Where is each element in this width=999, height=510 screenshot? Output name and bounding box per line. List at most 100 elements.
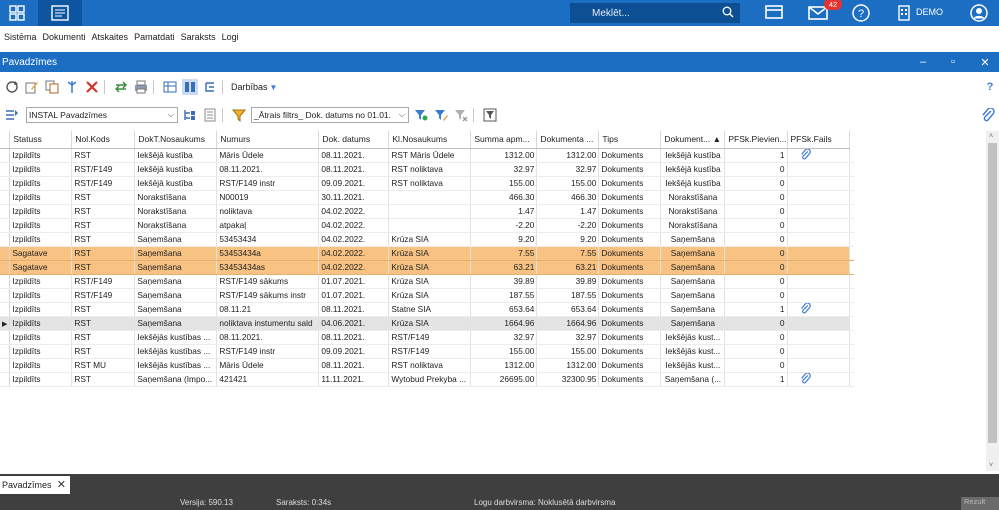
result-button[interactable]: Rezult: [961, 497, 999, 510]
table-row[interactable]: Izpildīts RST Iekšējā kustība Māris Ūdele 08…: [0, 148, 854, 163]
search-icon[interactable]: [722, 6, 734, 21]
group-list-icon[interactable]: [202, 107, 218, 123]
table-row[interactable]: Izpildīts RST Norakstīšana N00019 30.11.2021…: [0, 190, 854, 205]
group-add-icon[interactable]: [182, 107, 198, 123]
col-header-tips[interactable]: Tips: [598, 131, 662, 149]
company-building-icon[interactable]: [897, 3, 911, 23]
toolbar-separator: [222, 80, 223, 94]
cell-numurs: RST/F149 instr: [216, 176, 320, 191]
menu-atskaites[interactable]: Atskaites: [92, 32, 129, 42]
table-row[interactable]: Izpildīts RST/F149 Saņemšana RST/F149 sākum…: [0, 274, 854, 289]
table-row[interactable]: Izpildīts RST/F149 Saņemšana RST/F149 sākum…: [0, 288, 854, 303]
table-row[interactable]: Sagatave RST Saņemšana 53453434as 04.02.2022…: [0, 260, 854, 275]
col-header-pfsk-pievien[interactable]: PFSk.Pievien...: [724, 131, 788, 149]
filter-apply-icon[interactable]: [413, 107, 429, 123]
cell-summa: 1312.00: [470, 148, 538, 163]
table-row[interactable]: ▶ Izpildīts RST Saņemšana noliktava instumen…: [0, 316, 854, 331]
close-icon[interactable]: ✕: [972, 52, 998, 72]
menu-sistema[interactable]: Sistēma: [4, 32, 37, 42]
cell-pfsk-pievien: 0: [724, 260, 788, 275]
col-header-numurs[interactable]: Numurs: [216, 131, 320, 149]
col-header-nol-kods[interactable]: Nol.Kods: [71, 131, 136, 149]
transfer-icon[interactable]: [113, 79, 129, 95]
cell-nol-kods: RST/F149: [71, 176, 136, 191]
window-layout-icon[interactable]: [765, 3, 783, 23]
copy-icon[interactable]: [44, 79, 60, 95]
col-header-dok-datums[interactable]: Dok. datums: [318, 131, 390, 149]
cell-dokumenta-summa: 32300.95: [536, 372, 600, 387]
cell-kl-nosaukums: [388, 204, 472, 219]
row-marker: [0, 358, 11, 373]
cell-tips: Dokuments: [598, 204, 662, 219]
svg-text:?: ?: [858, 8, 864, 20]
edit-icon[interactable]: [24, 79, 40, 95]
refresh-icon[interactable]: [4, 79, 20, 95]
chevron-down-icon: ⌵: [167, 110, 174, 119]
grid-settings-icon[interactable]: [162, 79, 178, 95]
documents-icon[interactable]: [38, 0, 82, 26]
delete-icon[interactable]: [84, 79, 100, 95]
table-row[interactable]: Izpildīts RST Norakstīšana noliktava 04.02.2…: [0, 204, 854, 219]
tab-pavadzimes[interactable]: Pavadzīmes ✕: [0, 476, 70, 494]
filter-funnel-icon[interactable]: [231, 107, 247, 123]
table-row[interactable]: Izpildīts RST MU Iekšējās kustības ... Māri…: [0, 358, 854, 373]
filter-settings-icon[interactable]: [482, 107, 498, 123]
actions-dropdown[interactable]: Darbības ▼: [231, 82, 277, 92]
cell-dokuments: Norakstīšana: [660, 218, 726, 233]
help-icon[interactable]: ?: [852, 3, 870, 23]
col-header-statuss[interactable]: Statuss: [9, 131, 73, 149]
table-row[interactable]: Izpildīts RST Iekšējās kustības ... 08.11.2…: [0, 330, 854, 345]
cell-tips: Dokuments: [598, 330, 662, 345]
col-header-dokuments-sorted[interactable]: Dokument... ▲: [660, 131, 726, 149]
vertical-scrollbar[interactable]: ˄ ˅: [986, 131, 999, 471]
list-filter-icon[interactable]: [4, 107, 20, 123]
cell-pfsk-fails: [787, 302, 850, 317]
minimize-icon[interactable]: –: [910, 52, 936, 72]
table-row[interactable]: Izpildīts RST Saņemšana 53453434 04.02.2022.…: [0, 232, 854, 247]
quick-filter-select[interactable]: _Ātrais filtrs_ Dok. datums no 01.01. ⌵: [251, 107, 409, 123]
company-label[interactable]: DEMO: [916, 7, 943, 17]
scrollbar-thumb[interactable]: [988, 143, 997, 443]
menu-pamatdati[interactable]: Pamatdati: [134, 32, 175, 42]
paperclip-icon[interactable]: [790, 148, 811, 162]
search-input[interactable]: Meklēt...: [570, 3, 740, 23]
tree-icon[interactable]: [202, 79, 218, 95]
table-row[interactable]: Izpildīts RST/F149 Iekšējā kustība 08.11.20…: [0, 162, 854, 177]
tab-close-icon[interactable]: ✕: [57, 478, 66, 491]
home-grid-icon[interactable]: [0, 0, 34, 26]
col-header-summa[interactable]: Summa apm...: [470, 131, 538, 149]
cell-kl-nosaukums: Krūza SIA: [388, 260, 472, 275]
cell-pfsk-fails: [787, 330, 850, 345]
cell-tips: Dokuments: [598, 218, 662, 233]
cell-nol-kods: RST: [71, 302, 136, 317]
paperclip-icon[interactable]: [790, 302, 811, 316]
scroll-down-icon[interactable]: ˅: [989, 462, 993, 469]
menu-logi[interactable]: Logi: [222, 32, 239, 42]
split-icon[interactable]: [64, 79, 80, 95]
col-header-dokt-nosaukums[interactable]: DokT.Nosaukums: [134, 131, 218, 149]
group-select[interactable]: INSTAL Pavadzīmes ⌵: [26, 107, 178, 123]
user-avatar-icon[interactable]: [970, 3, 988, 23]
table-row[interactable]: Izpildīts RST Saņemšana (Impo... 421421 11.1…: [0, 372, 854, 387]
attachment-icon[interactable]: [980, 107, 996, 123]
filter-clear-icon[interactable]: [453, 107, 469, 123]
menu-saraksts[interactable]: Saraksts: [181, 32, 216, 42]
cell-kl-nosaukums: RST/F149: [388, 330, 472, 345]
table-row[interactable]: Izpildīts RST Iekšējās kustības ... RST/F14…: [0, 344, 854, 359]
col-header-dokumenta-summa[interactable]: Dokumenta ...: [536, 131, 600, 149]
col-header-pfsk-fails[interactable]: PFSk.Fails: [787, 131, 850, 149]
help-question-icon[interactable]: ?: [982, 79, 998, 95]
table-row[interactable]: Izpildīts RST Saņemšana 08.11.21 08.11.2021.…: [0, 302, 854, 317]
table-row[interactable]: Izpildīts RST/F149 Iekšējā kustība RST/F149…: [0, 176, 854, 191]
col-header-kl-nosaukums[interactable]: Kl.Nosaukums: [388, 131, 472, 149]
table-row[interactable]: Sagatave RST Saņemšana 53453434a 04.02.2022.…: [0, 246, 854, 261]
filter-edit-icon[interactable]: [433, 107, 449, 123]
print-icon[interactable]: [133, 79, 149, 95]
paperclip-icon[interactable]: [790, 372, 811, 386]
cell-statuss: Izpildīts: [9, 218, 73, 233]
menu-dokumenti[interactable]: Dokumenti: [43, 32, 86, 42]
table-row[interactable]: Izpildīts RST Norakstīšana atpakaļ 04.02.202…: [0, 218, 854, 233]
maximize-icon[interactable]: ▫: [940, 52, 966, 72]
scroll-up-icon[interactable]: ˄: [989, 133, 993, 140]
columns-icon[interactable]: [182, 79, 198, 95]
